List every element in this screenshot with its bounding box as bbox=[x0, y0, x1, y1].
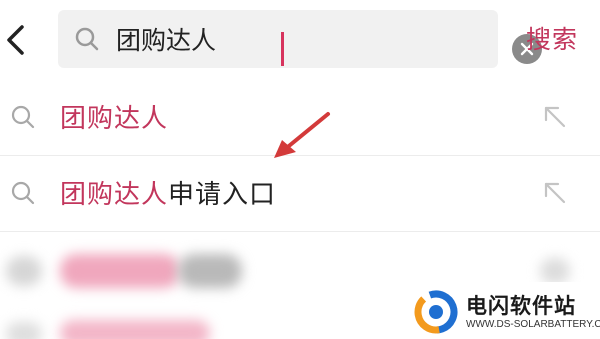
blurred-text bbox=[60, 254, 180, 288]
watermark-title: 电闪软件站 bbox=[466, 294, 576, 318]
search-icon bbox=[11, 105, 35, 129]
blurred-icon bbox=[6, 322, 42, 339]
blurred-icon bbox=[6, 256, 42, 286]
search-header: 搜索 bbox=[0, 0, 600, 84]
search-box[interactable] bbox=[58, 10, 542, 68]
blurred-text bbox=[60, 320, 210, 339]
chevron-left-icon bbox=[7, 25, 24, 55]
search-icon bbox=[11, 181, 35, 205]
site-logo-icon bbox=[414, 290, 458, 334]
watermark-url: WWW.DS-SOLARBATTERY.COM bbox=[466, 319, 600, 330]
arrow-up-left-icon[interactable] bbox=[542, 104, 568, 130]
blurred-arrow bbox=[540, 258, 570, 284]
annotation-arrow bbox=[274, 112, 330, 158]
suggestion-highlight: 团购达人 bbox=[60, 180, 169, 210]
watermark: 电闪软件站 WWW.DS-SOLARBATTERY.COM bbox=[408, 282, 600, 339]
search-button[interactable]: 搜索 bbox=[526, 20, 578, 56]
arrow-up-left-icon[interactable] bbox=[542, 180, 568, 206]
suggestion-highlight: 团购达人 bbox=[60, 104, 169, 134]
suggestion-text: 团购达人申请入口 bbox=[60, 174, 276, 211]
back-button[interactable] bbox=[2, 22, 32, 58]
suggestion-rest: 申请入口 bbox=[168, 180, 277, 210]
text-cursor bbox=[281, 32, 284, 66]
blurred-text bbox=[178, 254, 242, 288]
search-icon bbox=[75, 27, 99, 51]
suggestion-item[interactable]: 团购达人申请入口 bbox=[0, 156, 600, 232]
suggestion-text: 团购达人 bbox=[60, 98, 168, 135]
